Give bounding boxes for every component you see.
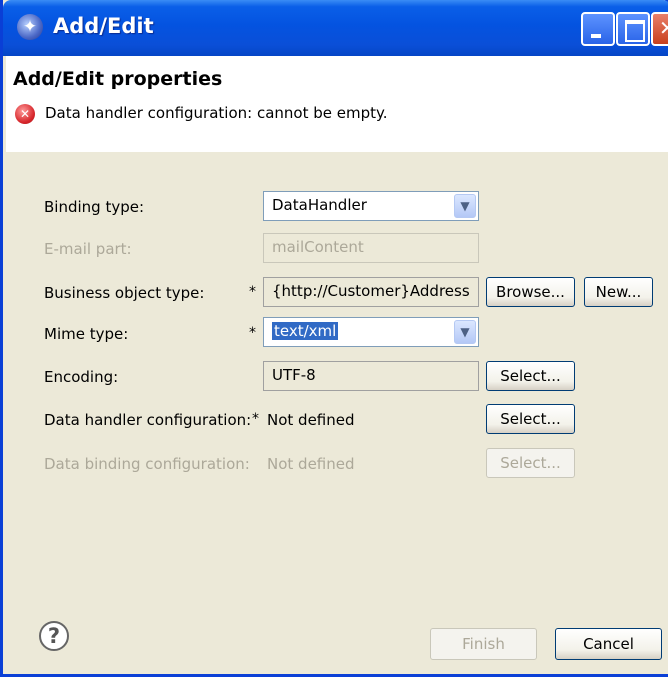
error-message: Data handler configuration: cannot be em… bbox=[45, 104, 388, 122]
title-bar[interactable]: ✦ Add/Edit bbox=[3, 0, 668, 56]
maximize-button[interactable] bbox=[616, 12, 650, 46]
chevron-down-icon[interactable]: ▼ bbox=[454, 320, 476, 344]
minimize-button[interactable] bbox=[581, 12, 615, 46]
data-binding-select-button: Select... bbox=[486, 448, 575, 478]
data-handler-select-button[interactable]: Select... bbox=[486, 404, 575, 434]
new-button[interactable]: New... bbox=[584, 277, 653, 307]
binding-type-value: DataHandler bbox=[272, 196, 367, 214]
required-marker: * bbox=[252, 411, 259, 427]
finish-button: Finish bbox=[430, 628, 537, 660]
error-icon: ✕ bbox=[15, 104, 35, 124]
close-button[interactable] bbox=[651, 12, 668, 46]
encoding-select-button[interactable]: Select... bbox=[486, 361, 575, 391]
mime-type-combo[interactable]: text/xml ▼ bbox=[263, 317, 479, 347]
mime-type-label: Mime type: bbox=[44, 325, 129, 343]
app-icon: ✦ bbox=[17, 14, 43, 40]
binding-type-label: Binding type: bbox=[44, 198, 145, 216]
required-marker: * bbox=[249, 325, 256, 341]
email-part-label: E-mail part: bbox=[44, 240, 132, 258]
cancel-button[interactable]: Cancel bbox=[555, 628, 662, 660]
chevron-down-icon[interactable]: ▼ bbox=[454, 194, 476, 218]
encoding-field[interactable]: UTF-8 bbox=[263, 361, 479, 391]
binding-type-select[interactable]: DataHandler ▼ bbox=[263, 191, 479, 221]
data-handler-configuration-value: Not defined bbox=[267, 411, 355, 429]
form-area: Binding type: DataHandler ▼ E-mail part:… bbox=[6, 152, 668, 601]
mime-type-value[interactable]: text/xml bbox=[272, 322, 339, 340]
business-object-type-field[interactable]: {http://Customer}Address bbox=[263, 277, 479, 307]
business-object-type-label: Business object type: bbox=[44, 284, 205, 302]
window-title: Add/Edit bbox=[53, 14, 154, 38]
email-part-field: mailContent bbox=[263, 233, 479, 263]
dialog-footer: ? Finish Cancel bbox=[6, 601, 668, 674]
data-binding-configuration-value: Not defined bbox=[267, 455, 355, 473]
data-binding-configuration-label: Data binding configuration: bbox=[44, 455, 250, 473]
add-edit-dialog: ✦ Add/Edit Add/Edit properties ✕ Data ha… bbox=[0, 0, 668, 677]
data-handler-configuration-label: Data handler configuration: bbox=[44, 411, 252, 429]
help-icon[interactable]: ? bbox=[39, 621, 69, 651]
encoding-label: Encoding: bbox=[44, 368, 119, 386]
dialog-header: Add/Edit properties ✕ Data handler confi… bbox=[6, 56, 668, 153]
browse-button[interactable]: Browse... bbox=[486, 277, 575, 307]
page-title: Add/Edit properties bbox=[13, 68, 223, 90]
required-marker: * bbox=[249, 284, 256, 300]
